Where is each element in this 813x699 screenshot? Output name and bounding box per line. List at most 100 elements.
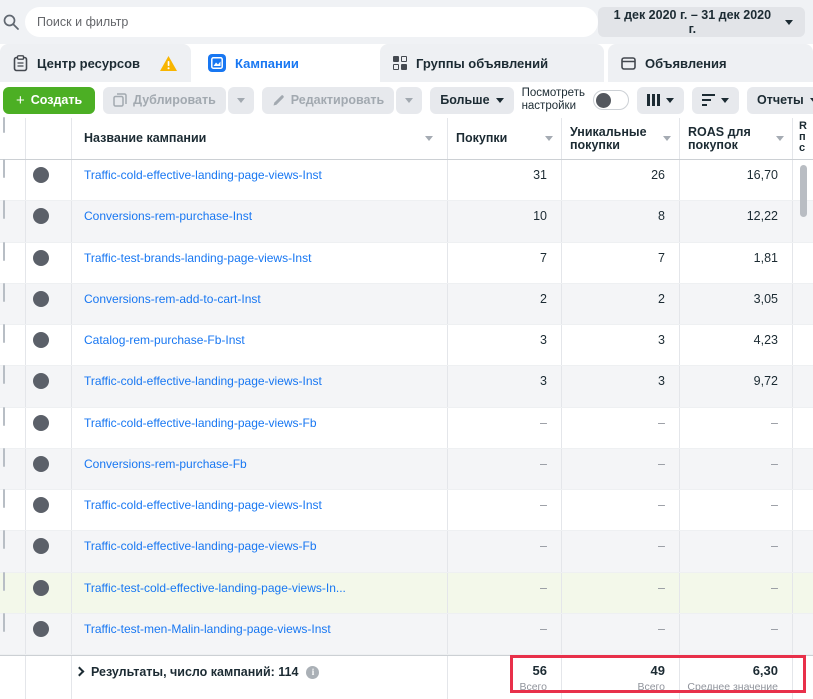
- row-toggle-cell: [26, 284, 72, 324]
- level-tabs: Центр ресурсов Кампании Группы объявлени…: [0, 44, 813, 82]
- campaign-name-link[interactable]: Catalog-rem-purchase-Fb-Inst: [84, 333, 245, 347]
- warning-icon: [159, 55, 178, 72]
- row-checkbox[interactable]: [3, 283, 5, 302]
- purchases-cell: –: [448, 449, 562, 489]
- duplicate-icon: [113, 93, 127, 107]
- footer-clipped-cell: [793, 656, 813, 699]
- row-checkbox[interactable]: [3, 448, 5, 467]
- campaign-name-cell: Traffic-cold-effective-landing-page-view…: [72, 490, 448, 530]
- campaign-name-link[interactable]: Traffic-test-cold-effective-landing-page…: [84, 581, 346, 595]
- campaign-name-link[interactable]: Traffic-test-brands-landing-page-views-I…: [84, 251, 311, 265]
- row-toggle-cell: [26, 531, 72, 571]
- unique-purchases-cell: 8: [562, 201, 680, 241]
- campaign-name-cell: Conversions-rem-add-to-cart-Inst: [72, 284, 448, 324]
- vertical-scrollbar-thumb[interactable]: [800, 165, 807, 217]
- duplicate-button[interactable]: Дублировать: [103, 87, 226, 114]
- tab-resource-center[interactable]: Центр ресурсов: [0, 44, 191, 82]
- campaign-name-link[interactable]: Traffic-cold-effective-landing-page-view…: [84, 416, 317, 430]
- row-checkbox[interactable]: [3, 365, 5, 384]
- column-label: Уникальные покупки: [570, 126, 650, 152]
- toggle-knob: [33, 497, 49, 513]
- view-settings-toggle[interactable]: [593, 90, 629, 110]
- pencil-icon: [272, 94, 285, 107]
- row-checkbox[interactable]: [3, 407, 5, 426]
- unique-purchases-cell: 26: [562, 160, 680, 200]
- header-campaign-name[interactable]: Название кампании: [72, 118, 448, 159]
- roas-cell: 12,22: [680, 201, 793, 241]
- header-purchases[interactable]: Покупки: [448, 118, 562, 159]
- sort-icon[interactable]: [776, 136, 784, 141]
- tab-label: Группы объявлений: [416, 56, 548, 71]
- columns-icon: [647, 94, 660, 106]
- sort-icon[interactable]: [425, 136, 433, 141]
- toggle-knob: [33, 621, 49, 637]
- campaign-name-cell: Traffic-test-cold-effective-landing-page…: [72, 573, 448, 613]
- campaign-name-cell: Conversions-rem-purchase-Inst: [72, 201, 448, 241]
- table-row: Traffic-cold-effective-landing-page-view…: [0, 160, 813, 201]
- campaign-name-link[interactable]: Conversions-rem-add-to-cart-Inst: [84, 292, 261, 306]
- toggle-knob: [33, 291, 49, 307]
- campaign-name-link[interactable]: Conversions-rem-purchase-Inst: [84, 209, 252, 223]
- campaign-name-cell: Conversions-rem-purchase-Fb: [72, 449, 448, 489]
- plus-icon: +: [16, 92, 25, 109]
- row-checkbox[interactable]: [3, 324, 5, 343]
- reports-button[interactable]: Отчеты: [747, 87, 813, 114]
- campaign-name-link[interactable]: Traffic-cold-effective-landing-page-view…: [84, 539, 317, 553]
- toggle-knob: [33, 415, 49, 431]
- breakdown-button[interactable]: [692, 87, 739, 114]
- campaign-name-link[interactable]: Traffic-cold-effective-landing-page-view…: [84, 374, 322, 388]
- view-settings-label: Посмотреть настройки: [522, 87, 585, 113]
- row-toggle-cell: [26, 490, 72, 530]
- row-checkbox[interactable]: [3, 489, 5, 508]
- info-icon[interactable]: i: [306, 666, 319, 679]
- table-footer: Результаты, число кампаний: 114 i 56 Все…: [0, 655, 813, 699]
- date-range-button[interactable]: 1 дек 2020 г. – 31 дек 2020 г.: [598, 7, 805, 37]
- row-checkbox-cell: [0, 284, 26, 324]
- row-checkbox[interactable]: [3, 200, 5, 219]
- create-button[interactable]: + Создать: [3, 87, 95, 114]
- campaign-name-link[interactable]: Traffic-cold-effective-landing-page-view…: [84, 498, 322, 512]
- row-checkbox-cell: [0, 366, 26, 406]
- chevron-down-icon: [496, 98, 504, 103]
- search-input[interactable]: [25, 7, 598, 37]
- columns-button[interactable]: [637, 87, 684, 114]
- row-checkbox[interactable]: [3, 613, 5, 632]
- tab-ads[interactable]: Объявления: [608, 44, 813, 82]
- more-button[interactable]: Больше: [430, 87, 513, 114]
- tab-adsets[interactable]: Группы объявлений: [380, 44, 604, 82]
- row-checkbox[interactable]: [3, 530, 5, 549]
- row-checkbox[interactable]: [3, 242, 5, 261]
- header-unique-purchases[interactable]: Уникальные покупки: [562, 118, 680, 159]
- campaign-name-link[interactable]: Traffic-cold-effective-landing-page-view…: [84, 168, 322, 182]
- toggle-knob: [33, 332, 49, 348]
- sort-icon[interactable]: [545, 136, 553, 141]
- top-search-bar: 1 дек 2020 г. – 31 дек 2020 г.: [0, 0, 813, 44]
- chevron-down-icon: [785, 20, 793, 25]
- unique-purchases-cell: –: [562, 531, 680, 571]
- tab-campaigns[interactable]: Кампании: [195, 44, 376, 82]
- toggle-knob: [33, 167, 49, 183]
- row-toggle-cell: [26, 449, 72, 489]
- row-toggle-cell: [26, 201, 72, 241]
- select-all-checkbox[interactable]: [3, 117, 5, 133]
- row-checkbox[interactable]: [3, 572, 5, 591]
- tab-label: Объявления: [645, 56, 727, 71]
- total-value: 56: [533, 663, 547, 678]
- sort-icon[interactable]: [663, 136, 671, 141]
- edit-button[interactable]: Редактировать: [262, 87, 394, 114]
- roas-cell: –: [680, 408, 793, 448]
- campaign-name-cell: Traffic-cold-effective-landing-page-view…: [72, 408, 448, 448]
- table-row: Traffic-cold-effective-landing-page-view…: [0, 366, 813, 407]
- header-roas[interactable]: ROAS для покупок: [680, 118, 793, 159]
- toggle-knob: [33, 456, 49, 472]
- campaigns-icon: [208, 54, 226, 72]
- edit-dropdown-button[interactable]: [396, 87, 422, 114]
- duplicate-dropdown-button[interactable]: [228, 87, 254, 114]
- toggle-knob: [33, 208, 49, 224]
- row-checkbox[interactable]: [3, 159, 5, 178]
- row-toggle-cell: [26, 325, 72, 365]
- tab-label: Центр ресурсов: [37, 56, 140, 71]
- chevron-right-icon[interactable]: [75, 667, 85, 677]
- campaign-name-link[interactable]: Traffic-test-men-Malin-landing-page-view…: [84, 622, 331, 636]
- campaign-name-link[interactable]: Conversions-rem-purchase-Fb: [84, 457, 247, 471]
